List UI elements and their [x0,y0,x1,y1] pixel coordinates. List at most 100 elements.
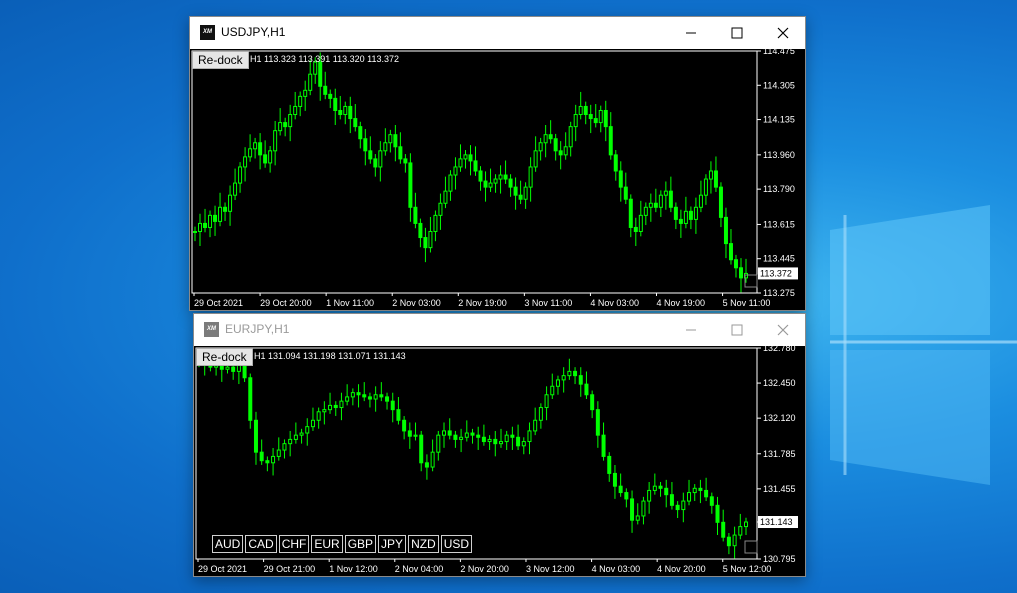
candle-body [563,146,568,156]
candle-body [476,434,481,438]
ohlc-readout: H1 113.323 113.391 113.320 113.372 [250,54,399,64]
time-axis-label: 4 Nov 20:00 [657,564,706,574]
candle-body [483,180,488,188]
window-titlebar[interactable]: XM EURJPY,H1 [194,314,805,345]
candle-body [708,170,713,180]
price-chart-area[interactable]: 114.475 114.305 114.135 113.960 113.790 113.6… [190,49,805,310]
candle-body [464,432,469,438]
price-chart-area[interactable]: 132.780 132.450 132.120 131.785 131.455 131.1… [194,346,805,576]
candle-body [218,206,223,222]
time-axis-label: 5 Nov 11:00 [723,298,771,308]
candle-body [447,430,452,436]
currency-strength-bar: AUD CAD CHF EUR GBP JPY NZD USD [212,535,473,553]
candle-body [259,451,264,462]
candle-body [328,404,333,411]
candle-body [623,186,628,200]
time-axis-label: 29 Oct 2021 [198,564,247,574]
candle-body [193,230,197,233]
close-button[interactable] [760,17,806,48]
candle-body [713,170,718,188]
candle-body [503,174,508,180]
redock-button[interactable]: Re-dock [192,51,249,69]
candle-body [528,166,533,188]
candle-body [293,105,298,116]
candle-body [558,150,563,156]
candle-body [527,430,532,443]
candle-body [658,485,663,489]
candle-body [288,114,293,128]
redock-button[interactable]: Re-dock [196,348,253,366]
maximize-button[interactable] [714,314,760,345]
chart-window-eurjpy[interactable]: XM EURJPY,H1 132.780 132.450 132.120 131.78… [193,313,806,577]
candle-body [641,500,646,517]
candle-body [271,455,276,464]
currency-button-jpy[interactable]: JPY [378,535,407,553]
time-axis-label: 29 Oct 2021 [194,298,243,308]
price-axis-label: 132.450 [763,378,796,388]
chart-shift-icon[interactable] [744,540,758,554]
candle-body [673,206,678,220]
candle-body [513,186,518,196]
candle-body [498,441,503,445]
candle-body [523,186,528,200]
currency-button-chf[interactable]: CHF [278,535,310,553]
chart-window-usdjpy[interactable]: XM USDJPY,H1 114.475 114.305 114.135 113.96… [189,16,806,311]
candle-body [698,194,703,208]
candlestick-chart[interactable]: 114.475 114.305 114.135 113.960 113.790 113.6… [190,49,805,310]
candle-body [308,73,313,91]
candle-body [358,126,363,140]
candle-body [408,162,413,208]
candle-body [453,166,458,176]
candle-body [253,142,258,150]
currency-button-cad[interactable]: CAD [245,535,277,553]
currency-button-nzd[interactable]: NZD [408,535,439,553]
candle-body [356,392,361,396]
price-axis-label: 114.475 [763,49,795,56]
candle-body [543,134,548,144]
candle-body [248,148,253,158]
candle-body [738,267,743,279]
price-axis-label: 131.785 [763,449,796,459]
candle-body [293,434,298,440]
candle-body [459,436,464,440]
candle-body [310,419,315,428]
candle-body [550,385,555,396]
price-axis-label: 113.790 [763,184,795,194]
time-axis-label: 2 Nov 19:00 [458,298,507,308]
price-axis-label: 132.780 [763,346,796,353]
candle-body [343,105,348,116]
close-button[interactable] [760,314,806,345]
candle-body [675,504,680,511]
candle-body [213,214,218,222]
candle-body [555,379,560,387]
currency-button-eur[interactable]: EUR [311,535,343,553]
candle-body [350,392,355,398]
candle-body [624,492,629,500]
currency-button-gbp[interactable]: GBP [344,535,377,553]
candle-body [516,436,521,447]
candle-body [407,430,412,437]
time-axis-label: 1 Nov 12:00 [329,564,378,574]
candle-body [303,89,308,97]
minimize-button[interactable] [668,17,714,48]
candle-body [608,126,613,156]
currency-button-aud[interactable]: AUD [212,535,244,553]
candle-body [681,500,686,511]
maximize-button[interactable] [714,17,760,48]
candle-body [273,130,278,152]
candle-body [481,436,486,443]
candle-body [508,178,513,188]
candle-body [595,409,600,436]
candle-body [653,202,658,208]
candle-body [607,455,612,474]
minimize-button[interactable] [668,314,714,345]
currency-button-usd[interactable]: USD [440,535,473,553]
candle-body [573,114,578,128]
candle-body [718,186,723,218]
maximize-icon [731,324,743,336]
time-axis-label: 5 Nov 12:00 [723,564,772,574]
window-titlebar[interactable]: XM USDJPY,H1 [190,17,805,48]
candle-body [353,118,358,128]
candle-body [248,377,253,421]
candle-body [231,366,236,372]
